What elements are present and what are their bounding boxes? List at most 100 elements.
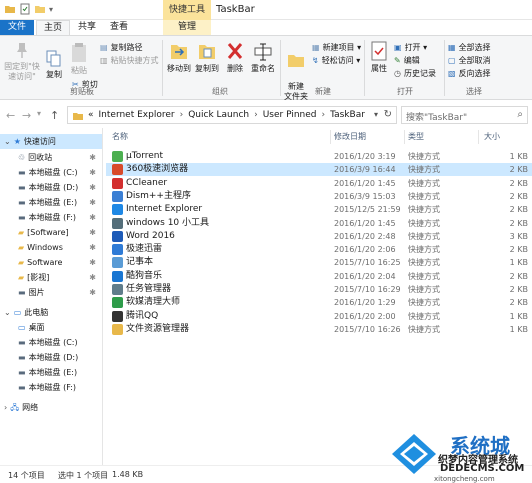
- nav-this-pc-item[interactable]: ▬ 本地磁盘 (F:): [18, 380, 76, 395]
- new-folder-button[interactable]: 新建 文件夹: [282, 40, 310, 102]
- nav-quick-access-item[interactable]: ▰ [影视] ✱: [18, 270, 102, 285]
- pin-icon[interactable]: ✱: [89, 150, 96, 165]
- nav-this-pc[interactable]: ⌄ ▭ 此电脑: [4, 305, 48, 320]
- table-row[interactable]: 软媒清理大师 2016/1/20 1:29 快捷方式 2 KB: [106, 296, 532, 309]
- pin-icon[interactable]: ✱: [89, 255, 96, 270]
- table-row[interactable]: 酷狗音乐 2016/1/20 2:04 快捷方式 2 KB: [106, 270, 532, 283]
- recent-dropdown-icon[interactable]: ▾: [37, 109, 41, 118]
- copy-button[interactable]: 复制: [44, 50, 64, 80]
- nav-quick-access-item[interactable]: ♲ 回收站 ✱: [18, 150, 102, 165]
- back-arrow-icon[interactable]: ←: [6, 109, 15, 122]
- table-row[interactable]: Dism++主程序 2016/3/9 15:03 快捷方式 2 KB: [106, 190, 532, 203]
- column-header-date[interactable]: 修改日期: [334, 130, 366, 144]
- nav-quick-access-item[interactable]: ▬ 本地磁盘 (D:) ✱: [18, 180, 102, 195]
- pin-icon[interactable]: ✱: [89, 180, 96, 195]
- copy-to-button[interactable]: 复制到: [193, 40, 221, 74]
- chevron-down-icon[interactable]: ⌄: [4, 305, 11, 320]
- breadcrumb-item[interactable]: Internet Explorer: [99, 110, 175, 120]
- paste-button[interactable]: 粘贴: [68, 42, 90, 76]
- pin-icon[interactable]: ✱: [89, 240, 96, 255]
- up-arrow-icon[interactable]: ↑: [50, 109, 59, 122]
- properties-button[interactable]: 属性: [367, 40, 391, 74]
- nav-quick-access-item[interactable]: ▰ [Software] ✱: [18, 225, 102, 240]
- open-button[interactable]: ▣ 打开 ▾: [394, 42, 427, 53]
- invert-selection-button[interactable]: ▧ 反向选择: [448, 68, 491, 79]
- properties-icon[interactable]: [19, 3, 31, 15]
- cell-type: 快捷方式: [408, 191, 440, 201]
- table-row[interactable]: 记事本 2015/7/10 16:25 快捷方式 1 KB: [106, 256, 532, 269]
- nav-this-pc-item[interactable]: ▬ 本地磁盘 (E:): [18, 365, 77, 380]
- delete-button[interactable]: 删除: [224, 40, 246, 74]
- nav-this-pc-item[interactable]: ▭ 桌面: [18, 320, 45, 335]
- nav-quick-access-item[interactable]: ▰ Windows ✱: [18, 240, 102, 255]
- nav-quick-access-item[interactable]: ▬ 本地磁盘 (E:) ✱: [18, 195, 102, 210]
- edit-button[interactable]: ✎ 编辑: [394, 55, 420, 66]
- tab-file[interactable]: 文件: [0, 20, 34, 35]
- forward-arrow-icon[interactable]: →: [22, 109, 31, 122]
- nav-this-pc-item[interactable]: ▬ 本地磁盘 (C:): [18, 335, 78, 350]
- table-row[interactable]: windows 10 小工具 2016/1/20 1:45 快捷方式 2 KB: [106, 217, 532, 230]
- nav-quick-access-item[interactable]: ▰ Software ✱: [18, 255, 102, 270]
- cell-name: Internet Explorer: [126, 204, 203, 215]
- dropdown-icon[interactable]: ▾: [49, 5, 53, 14]
- chevron-right-icon[interactable]: ›: [254, 110, 258, 120]
- easy-access-button[interactable]: ↯ 轻松访问 ▾: [312, 55, 360, 66]
- address-bar-row: ← → ▾ ↑ « Internet Explorer › Quick Laun…: [0, 101, 532, 128]
- column-divider[interactable]: [404, 130, 405, 144]
- table-row[interactable]: Word 2016 2016/1/20 2:48 快捷方式 3 KB: [106, 230, 532, 243]
- chevron-right-icon[interactable]: ›: [4, 400, 7, 415]
- table-row[interactable]: 腾讯QQ 2016/1/20 2:00 快捷方式 1 KB: [106, 310, 532, 323]
- nav-quick-access[interactable]: ⌄ ★ 快速访问: [0, 134, 102, 149]
- breadcrumb-item[interactable]: Quick Launch: [188, 110, 249, 120]
- address-dropdown-icon[interactable]: ▾: [374, 110, 378, 119]
- table-row[interactable]: 任务管理器 2015/7/10 16:29 快捷方式 2 KB: [106, 283, 532, 296]
- paste-shortcut-button[interactable]: ▥ 粘贴快捷方式: [100, 55, 159, 66]
- tab-manage[interactable]: 管理: [163, 20, 211, 35]
- address-input[interactable]: « Internet Explorer › Quick Launch › Use…: [67, 106, 397, 124]
- breadcrumb-item[interactable]: TaskBar: [330, 110, 365, 120]
- select-none-button[interactable]: ▢ 全部取消: [448, 55, 491, 66]
- chevron-right-icon[interactable]: ›: [180, 110, 184, 120]
- refresh-icon[interactable]: ↻: [384, 109, 392, 120]
- search-input[interactable]: 搜索"TaskBar" ⌕: [401, 106, 528, 124]
- table-row[interactable]: 文件资源管理器 2015/7/10 16:26 快捷方式 1 KB: [106, 323, 532, 336]
- pin-quick-access-button[interactable]: 固定到"快速访问": [2, 40, 42, 82]
- column-header-type[interactable]: 类型: [408, 130, 424, 144]
- column-header-name[interactable]: 名称: [112, 130, 128, 144]
- table-row[interactable]: µTorrent 2016/1/20 3:19 快捷方式 1 KB: [106, 150, 532, 163]
- chevron-down-icon[interactable]: ⌄: [4, 134, 11, 149]
- copy-path-button[interactable]: ▤ 复制路径: [100, 42, 143, 53]
- pin-icon[interactable]: ✱: [89, 285, 96, 300]
- breadcrumb-item[interactable]: User Pinned: [263, 110, 317, 120]
- nav-quick-access-item[interactable]: ▬ 图片 ✱: [18, 285, 102, 300]
- select-all-button[interactable]: ▦ 全部选择: [448, 42, 491, 53]
- pin-icon[interactable]: ✱: [89, 165, 96, 180]
- history-button[interactable]: ◷ 历史记录: [394, 68, 436, 79]
- tab-share[interactable]: 共享: [72, 20, 102, 35]
- nav-quick-access-item[interactable]: ▬ 本地磁盘 (C:) ✱: [18, 165, 102, 180]
- column-divider[interactable]: [478, 130, 479, 144]
- table-row[interactable]: Internet Explorer 2015/12/5 21:59 快捷方式 2 KB: [106, 203, 532, 216]
- table-row[interactable]: 极速迅雷 2016/1/20 2:06 快捷方式 2 KB: [106, 243, 532, 256]
- new-item-button[interactable]: ▦ 新建项目 ▾: [312, 42, 361, 53]
- pin-icon[interactable]: ✱: [89, 210, 96, 225]
- column-divider[interactable]: [330, 130, 331, 144]
- move-to-button[interactable]: 移动到: [165, 40, 193, 74]
- search-icon[interactable]: ⌕: [517, 109, 523, 120]
- new-folder-icon[interactable]: [34, 3, 46, 15]
- cell-size: 1 KB: [509, 258, 528, 268]
- tab-view[interactable]: 查看: [104, 20, 134, 35]
- chevron-right-icon[interactable]: ›: [321, 110, 325, 120]
- pin-icon[interactable]: ✱: [89, 195, 96, 210]
- nav-quick-access-item[interactable]: ▬ 本地磁盘 (F:) ✱: [18, 210, 102, 225]
- rename-button[interactable]: 重命名: [248, 40, 278, 74]
- table-row[interactable]: 360极速浏览器 2016/3/9 16:44 快捷方式 2 KB: [106, 163, 532, 177]
- nav-network[interactable]: › 🖧 网络: [4, 400, 38, 415]
- pin-icon[interactable]: ✱: [89, 225, 96, 240]
- pin-icon[interactable]: ✱: [89, 270, 96, 285]
- table-row[interactable]: CCleaner 2016/1/20 1:45 快捷方式 2 KB: [106, 177, 532, 190]
- breadcrumb-prefix[interactable]: «: [88, 110, 94, 120]
- tab-home[interactable]: 主页: [36, 20, 70, 35]
- nav-this-pc-item[interactable]: ▬ 本地磁盘 (D:): [18, 350, 78, 365]
- column-header-size[interactable]: 大小: [484, 130, 500, 144]
